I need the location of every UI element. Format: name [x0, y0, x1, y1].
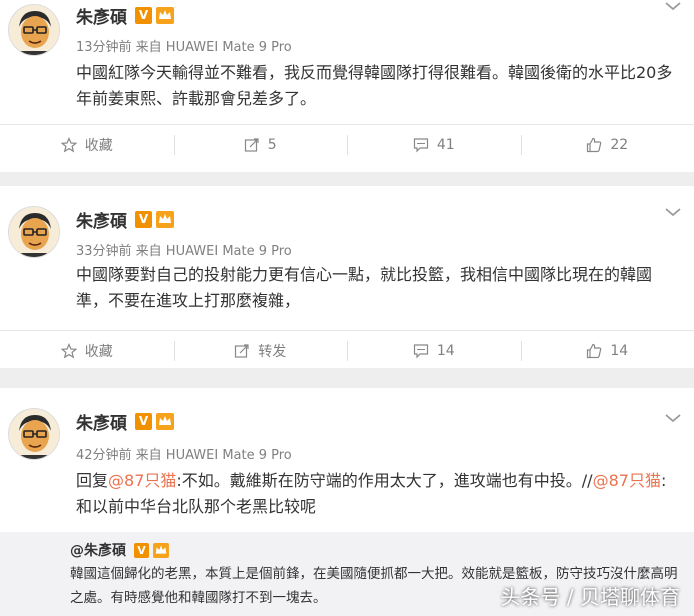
- like-count: 14: [610, 342, 629, 359]
- avatar[interactable]: [8, 408, 60, 460]
- reply-text: :不如。戴維斯在防守端的作用太大了，進攻端也有中投。//: [176, 471, 593, 490]
- post-content: 中國隊要對自己的投射能力更有信心一點，就比投籃，我相信中國隊比現在的韓國準，不要…: [76, 265, 653, 310]
- reply-prefix: 回复: [76, 471, 109, 490]
- verified-badge: V: [135, 6, 152, 24]
- author-name[interactable]: 朱彥碩: [76, 3, 127, 28]
- repost-icon: [244, 137, 259, 152]
- repost-label: 转发: [258, 343, 287, 360]
- author-name[interactable]: 朱彥碩: [76, 409, 127, 434]
- chevron-down-icon[interactable]: [664, 412, 682, 424]
- verified-badge: V: [134, 542, 149, 558]
- member-crown-icon: [156, 6, 174, 24]
- avatar[interactable]: [8, 206, 60, 258]
- mention-link[interactable]: @87只猫: [593, 471, 661, 490]
- comment-button[interactable]: 14: [347, 331, 521, 370]
- like-count: 22: [610, 136, 629, 153]
- like-button[interactable]: 14: [520, 331, 694, 370]
- favorite-button[interactable]: 收藏: [0, 125, 174, 164]
- like-icon: [587, 343, 602, 358]
- verified-badge: V: [135, 210, 152, 228]
- comment-icon: [413, 343, 428, 358]
- verified-badge: V: [135, 412, 152, 430]
- repost-author-row: @朱彥碩 V: [70, 540, 169, 560]
- member-crown-icon: [156, 210, 174, 228]
- favorite-button[interactable]: 收藏: [0, 331, 174, 370]
- author-row: 朱彥碩 V: [76, 408, 174, 434]
- action-bar: 收藏 转发 14 14: [0, 330, 694, 370]
- repost-button[interactable]: 5: [173, 125, 348, 164]
- repost-button[interactable]: 转发: [173, 331, 348, 370]
- chevron-down-icon[interactable]: [664, 206, 682, 218]
- star-icon: [60, 342, 77, 358]
- like-icon: [587, 137, 602, 152]
- author-name[interactable]: 朱彥碩: [76, 207, 127, 232]
- star-icon: [60, 136, 77, 152]
- post-meta: 13分钟前 来自 HUAWEI Mate 9 Pro: [76, 40, 292, 55]
- post-content: 回复@87只猫:不如。戴維斯在防守端的作用太大了，進攻端也有中投。//@87只猫…: [76, 468, 680, 520]
- post-meta: 42分钟前 来自 HUAWEI Mate 9 Pro: [76, 448, 292, 463]
- post-content: 中國紅隊今天輸得並不難看，我反而覺得韓國隊打得很難看。韓國後衛的水平比20多年前…: [76, 63, 673, 108]
- action-bar: 收藏 5 41 22: [0, 124, 694, 164]
- chevron-down-icon[interactable]: [664, 0, 682, 12]
- mention-link[interactable]: @87只猫: [108, 471, 176, 490]
- repost-author[interactable]: @朱彥碩: [70, 540, 126, 560]
- post-meta: 33分钟前 来自 HUAWEI Mate 9 Pro: [76, 244, 292, 259]
- like-button[interactable]: 22: [520, 125, 694, 164]
- favorite-label: 收藏: [84, 343, 113, 360]
- comment-button[interactable]: 41: [347, 125, 521, 164]
- author-row: 朱彥碩 V: [76, 2, 174, 28]
- avatar[interactable]: [8, 4, 60, 56]
- weibo-post-1: 朱彥碩 V 13分钟前 来自 HUAWEI Mate 9 Pro 中國紅隊今天輸…: [0, 0, 694, 172]
- comment-count: 41: [436, 136, 455, 153]
- repost-count: 5: [267, 136, 277, 153]
- repost-icon: [235, 343, 249, 358]
- favorite-label: 收藏: [84, 137, 113, 154]
- member-crown-icon: [156, 412, 174, 430]
- author-row: 朱彥碩 V: [76, 206, 174, 232]
- watermark: 头条号 / 贝塔聊体育: [500, 585, 680, 609]
- comment-icon: [413, 137, 428, 152]
- weibo-post-2: 朱彥碩 V 33分钟前 来自 HUAWEI Mate 9 Pro 中國隊要對自己…: [0, 186, 694, 368]
- comment-count: 14: [436, 342, 455, 359]
- member-crown-icon: [153, 542, 169, 558]
